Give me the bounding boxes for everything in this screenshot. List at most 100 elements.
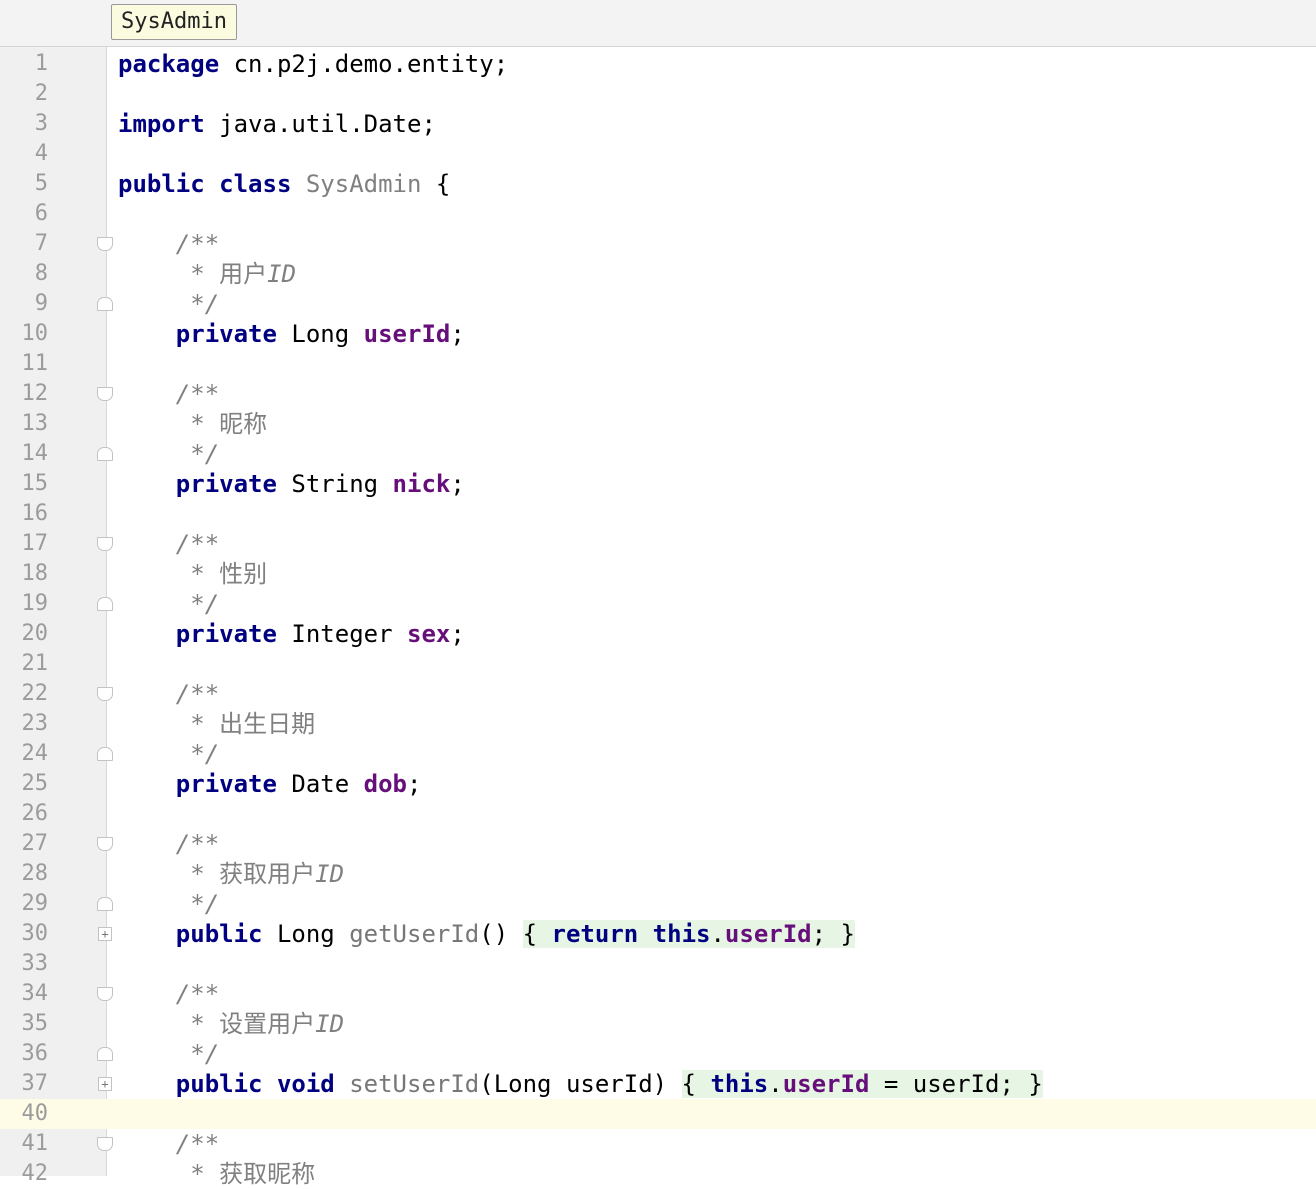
code-line[interactable]: 7 /** — [0, 229, 1316, 259]
code-token: private — [175, 620, 277, 648]
code-token: cn.p2j.demo.entity; — [219, 50, 509, 78]
code-line[interactable]: 22 /** — [0, 679, 1316, 709]
code-line[interactable]: 8 * 用户ID — [0, 259, 1316, 289]
code-line[interactable]: 29 */ — [0, 889, 1316, 919]
code-line[interactable]: 13 * 昵称 — [0, 409, 1316, 439]
code-token: */ — [118, 890, 220, 918]
code-text: private String nick; — [118, 469, 465, 499]
expand-fold-icon[interactable]: + — [98, 927, 112, 941]
line-number: 16 — [21, 501, 49, 526]
code-line[interactable]: 23 * 出生日期 — [0, 709, 1316, 739]
code-text: * 用户ID — [118, 259, 296, 289]
collapse-fold-icon[interactable] — [97, 387, 113, 401]
code-line[interactable]: 10 private Long userId; — [0, 319, 1316, 349]
code-text: */ — [118, 289, 219, 319]
expand-fold-icon[interactable]: + — [98, 1077, 112, 1091]
code-line[interactable]: 14 */ — [0, 439, 1316, 469]
code-text: /** — [118, 529, 219, 559]
code-line[interactable]: 37 + public void setUserId(Long userId) {… — [0, 1069, 1316, 1099]
code-line[interactable]: 40 — [0, 1099, 1316, 1129]
code-line[interactable]: 11 — [0, 349, 1316, 379]
code-line[interactable]: 15 private String nick; — [0, 469, 1316, 499]
collapse-fold-icon[interactable] — [97, 837, 113, 851]
fold-end-icon[interactable] — [97, 447, 113, 461]
code-line[interactable]: 27 /** — [0, 829, 1316, 859]
code-token: ID — [315, 860, 345, 888]
code-line[interactable]: 42 * 获取昵称 — [0, 1159, 1316, 1189]
code-line[interactable]: 6 — [0, 199, 1316, 229]
breadcrumb-item-sysadmin[interactable]: SysAdmin — [111, 4, 237, 40]
code-token: */ — [118, 290, 220, 318]
fold-end-icon[interactable] — [97, 297, 113, 311]
code-text: * 设置用户ID — [118, 1009, 344, 1039]
code-token: ; — [450, 620, 465, 648]
collapse-fold-icon[interactable] — [97, 987, 113, 1001]
code-line[interactable]: 19 */ — [0, 589, 1316, 619]
code-token: 性别 — [219, 560, 268, 588]
line-number: 18 — [21, 561, 49, 586]
code-token: this — [710, 1070, 769, 1098]
code-line[interactable]: 24 */ — [0, 739, 1316, 769]
code-editor[interactable]: 1 package cn.p2j.demo.entity; 2 3 import jav… — [0, 49, 1316, 1189]
code-line[interactable]: 25 private Date dob; — [0, 769, 1316, 799]
collapse-fold-icon[interactable] — [97, 1137, 113, 1151]
code-token: 昵称 — [219, 410, 268, 438]
code-line[interactable]: 2 — [0, 79, 1316, 109]
code-token: { — [421, 170, 451, 198]
code-line[interactable]: 17 /** — [0, 529, 1316, 559]
line-number: 26 — [21, 801, 49, 826]
code-line[interactable]: 26 — [0, 799, 1316, 829]
code-token: setUserId — [349, 1070, 480, 1098]
code-token: private — [175, 320, 277, 348]
code-token: = userId; } — [869, 1070, 1043, 1098]
line-number: 30 — [21, 921, 49, 946]
code-line[interactable]: 4 — [0, 139, 1316, 169]
code-line[interactable]: 36 */ — [0, 1039, 1316, 1069]
code-line[interactable]: 18 * 性别 — [0, 559, 1316, 589]
code-text: package cn.p2j.demo.entity; — [118, 49, 508, 79]
line-number: 19 — [21, 591, 49, 616]
code-line[interactable]: 41 /** — [0, 1129, 1316, 1159]
code-line[interactable]: 3 import java.util.Date; — [0, 109, 1316, 139]
code-line[interactable]: 9 */ — [0, 289, 1316, 319]
line-number: 17 — [21, 531, 49, 556]
code-line[interactable]: 28 * 获取用户ID — [0, 859, 1316, 889]
line-number: 14 — [21, 441, 49, 466]
fold-end-icon[interactable] — [97, 747, 113, 761]
code-line[interactable]: 16 — [0, 499, 1316, 529]
collapse-fold-icon[interactable] — [97, 237, 113, 251]
code-line[interactable]: 5 public class SysAdmin { — [0, 169, 1316, 199]
line-number: 41 — [21, 1131, 49, 1156]
code-line[interactable]: 21 — [0, 649, 1316, 679]
code-text: /** — [118, 679, 219, 709]
code-line[interactable]: 1 package cn.p2j.demo.entity; — [0, 49, 1316, 79]
line-number: 23 — [21, 711, 49, 736]
collapse-fold-icon[interactable] — [97, 537, 113, 551]
code-token: userId — [782, 1070, 870, 1098]
fold-end-icon[interactable] — [97, 1047, 113, 1061]
code-text: /** — [118, 829, 219, 859]
collapse-fold-icon[interactable] — [97, 687, 113, 701]
code-line[interactable]: 20 private Integer sex; — [0, 619, 1316, 649]
code-token: { — [681, 1070, 711, 1098]
code-line[interactable]: 35 * 设置用户ID — [0, 1009, 1316, 1039]
code-token: ID — [315, 1010, 345, 1038]
code-token: */ — [118, 1040, 220, 1068]
code-text: import java.util.Date; — [118, 109, 436, 139]
fold-end-icon[interactable] — [97, 597, 113, 611]
code-token: String — [276, 470, 393, 498]
code-token: 用户 — [219, 260, 268, 288]
code-token: ; } — [811, 920, 855, 948]
code-text: private Long userId; — [118, 319, 465, 349]
line-number: 3 — [34, 111, 48, 136]
code-text: * 获取用户ID — [118, 859, 344, 889]
line-number: 36 — [21, 1041, 49, 1066]
code-text: * 昵称 — [118, 409, 267, 439]
code-line[interactable]: 34 /** — [0, 979, 1316, 1009]
code-line[interactable]: 12 /** — [0, 379, 1316, 409]
code-line[interactable]: 30 + public Long getUserId() { return thi… — [0, 919, 1316, 949]
fold-end-icon[interactable] — [97, 897, 113, 911]
code-line[interactable]: 33 — [0, 949, 1316, 979]
